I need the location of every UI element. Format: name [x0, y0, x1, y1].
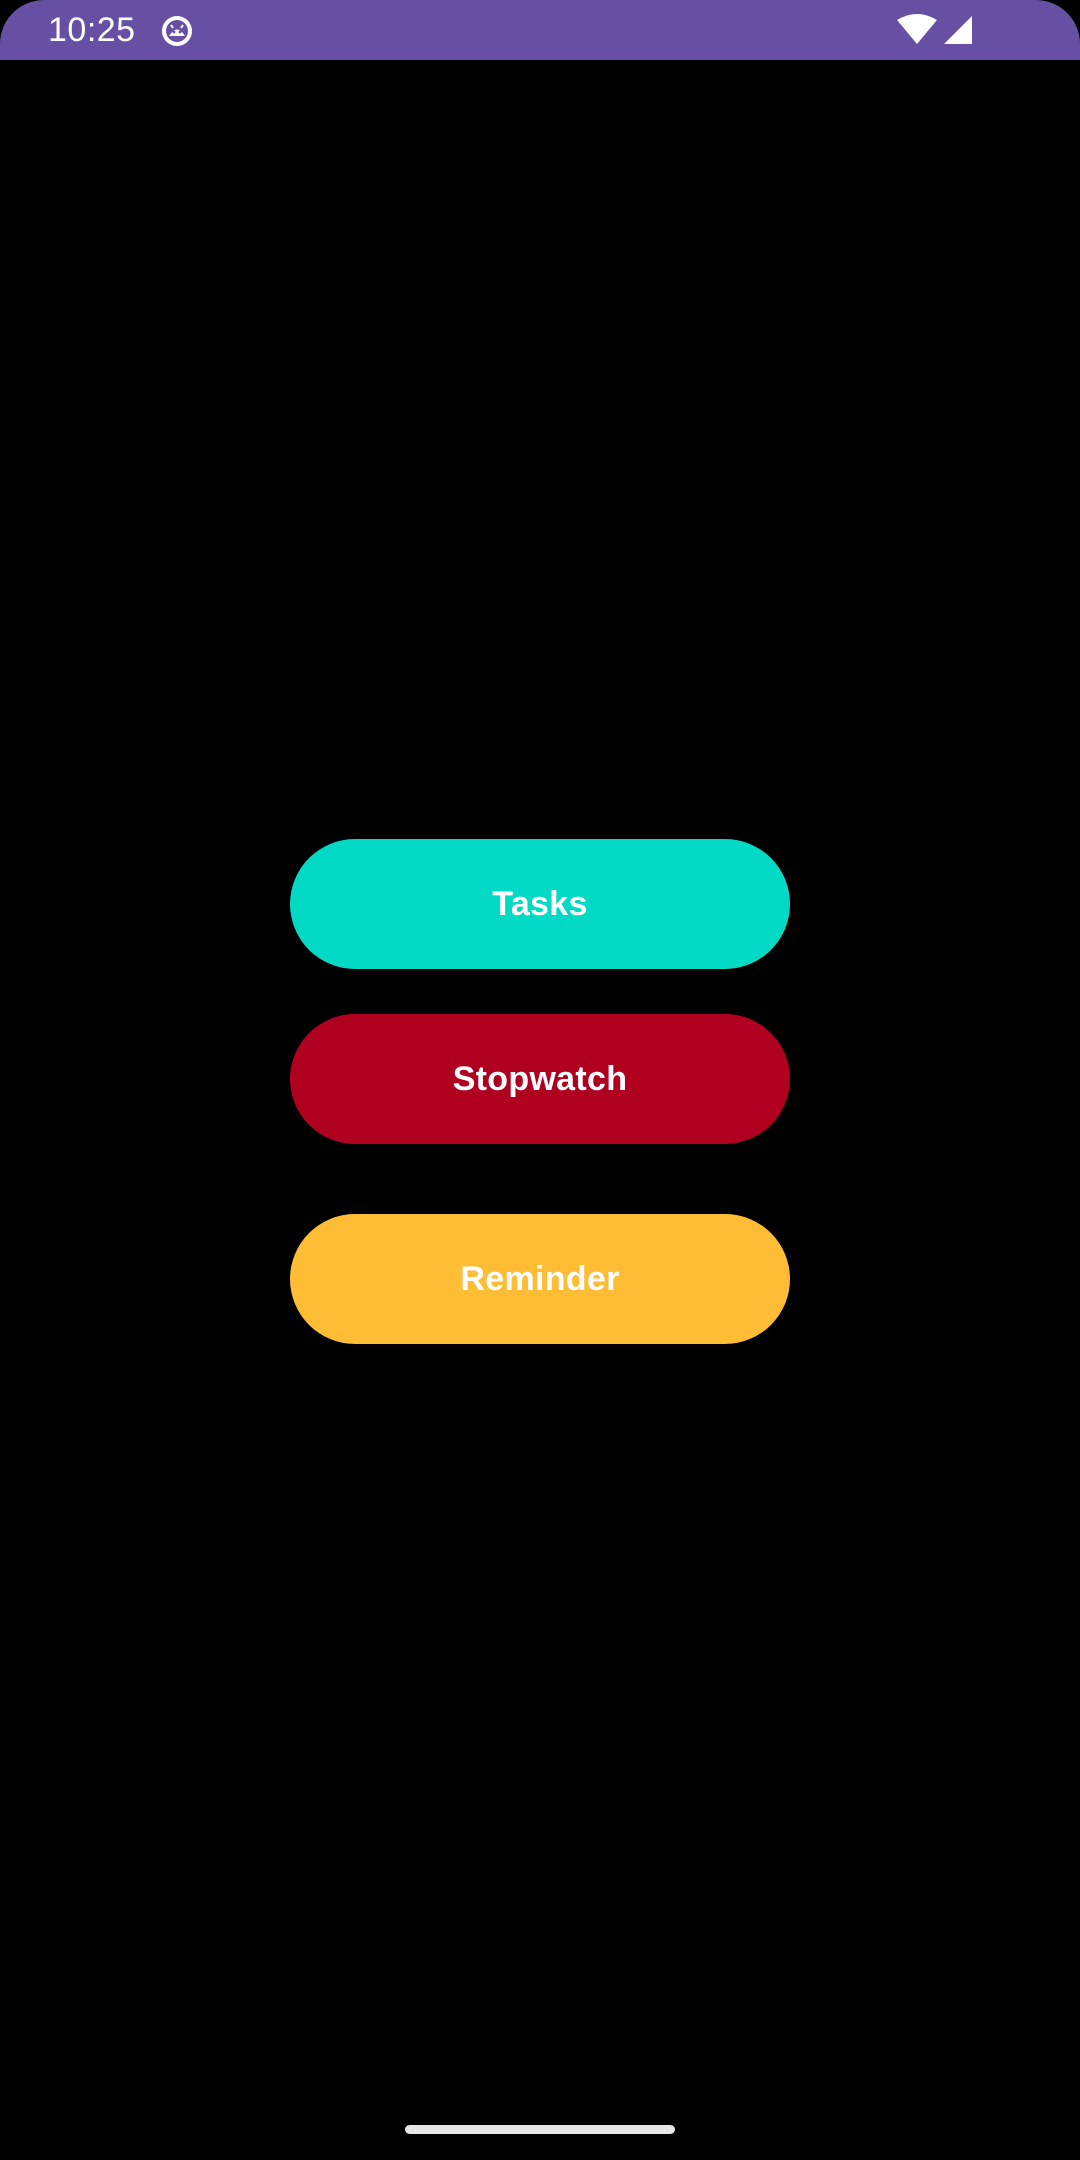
stopwatch-button[interactable]: Stopwatch — [290, 1014, 790, 1144]
tasks-button[interactable]: Tasks — [290, 839, 790, 969]
wifi-icon — [897, 14, 937, 44]
main-menu: Tasks Stopwatch Reminder — [290, 0, 790, 2160]
status-time: 10:25 — [48, 11, 136, 49]
app-screen: 10:25 Tasks Stopwatch Reminder — [0, 0, 1080, 2160]
gesture-handle-icon[interactable] — [405, 2125, 675, 2134]
cellular-signal-icon — [944, 16, 972, 44]
reminder-button[interactable]: Reminder — [290, 1214, 790, 1344]
android-debug-icon — [162, 16, 192, 46]
